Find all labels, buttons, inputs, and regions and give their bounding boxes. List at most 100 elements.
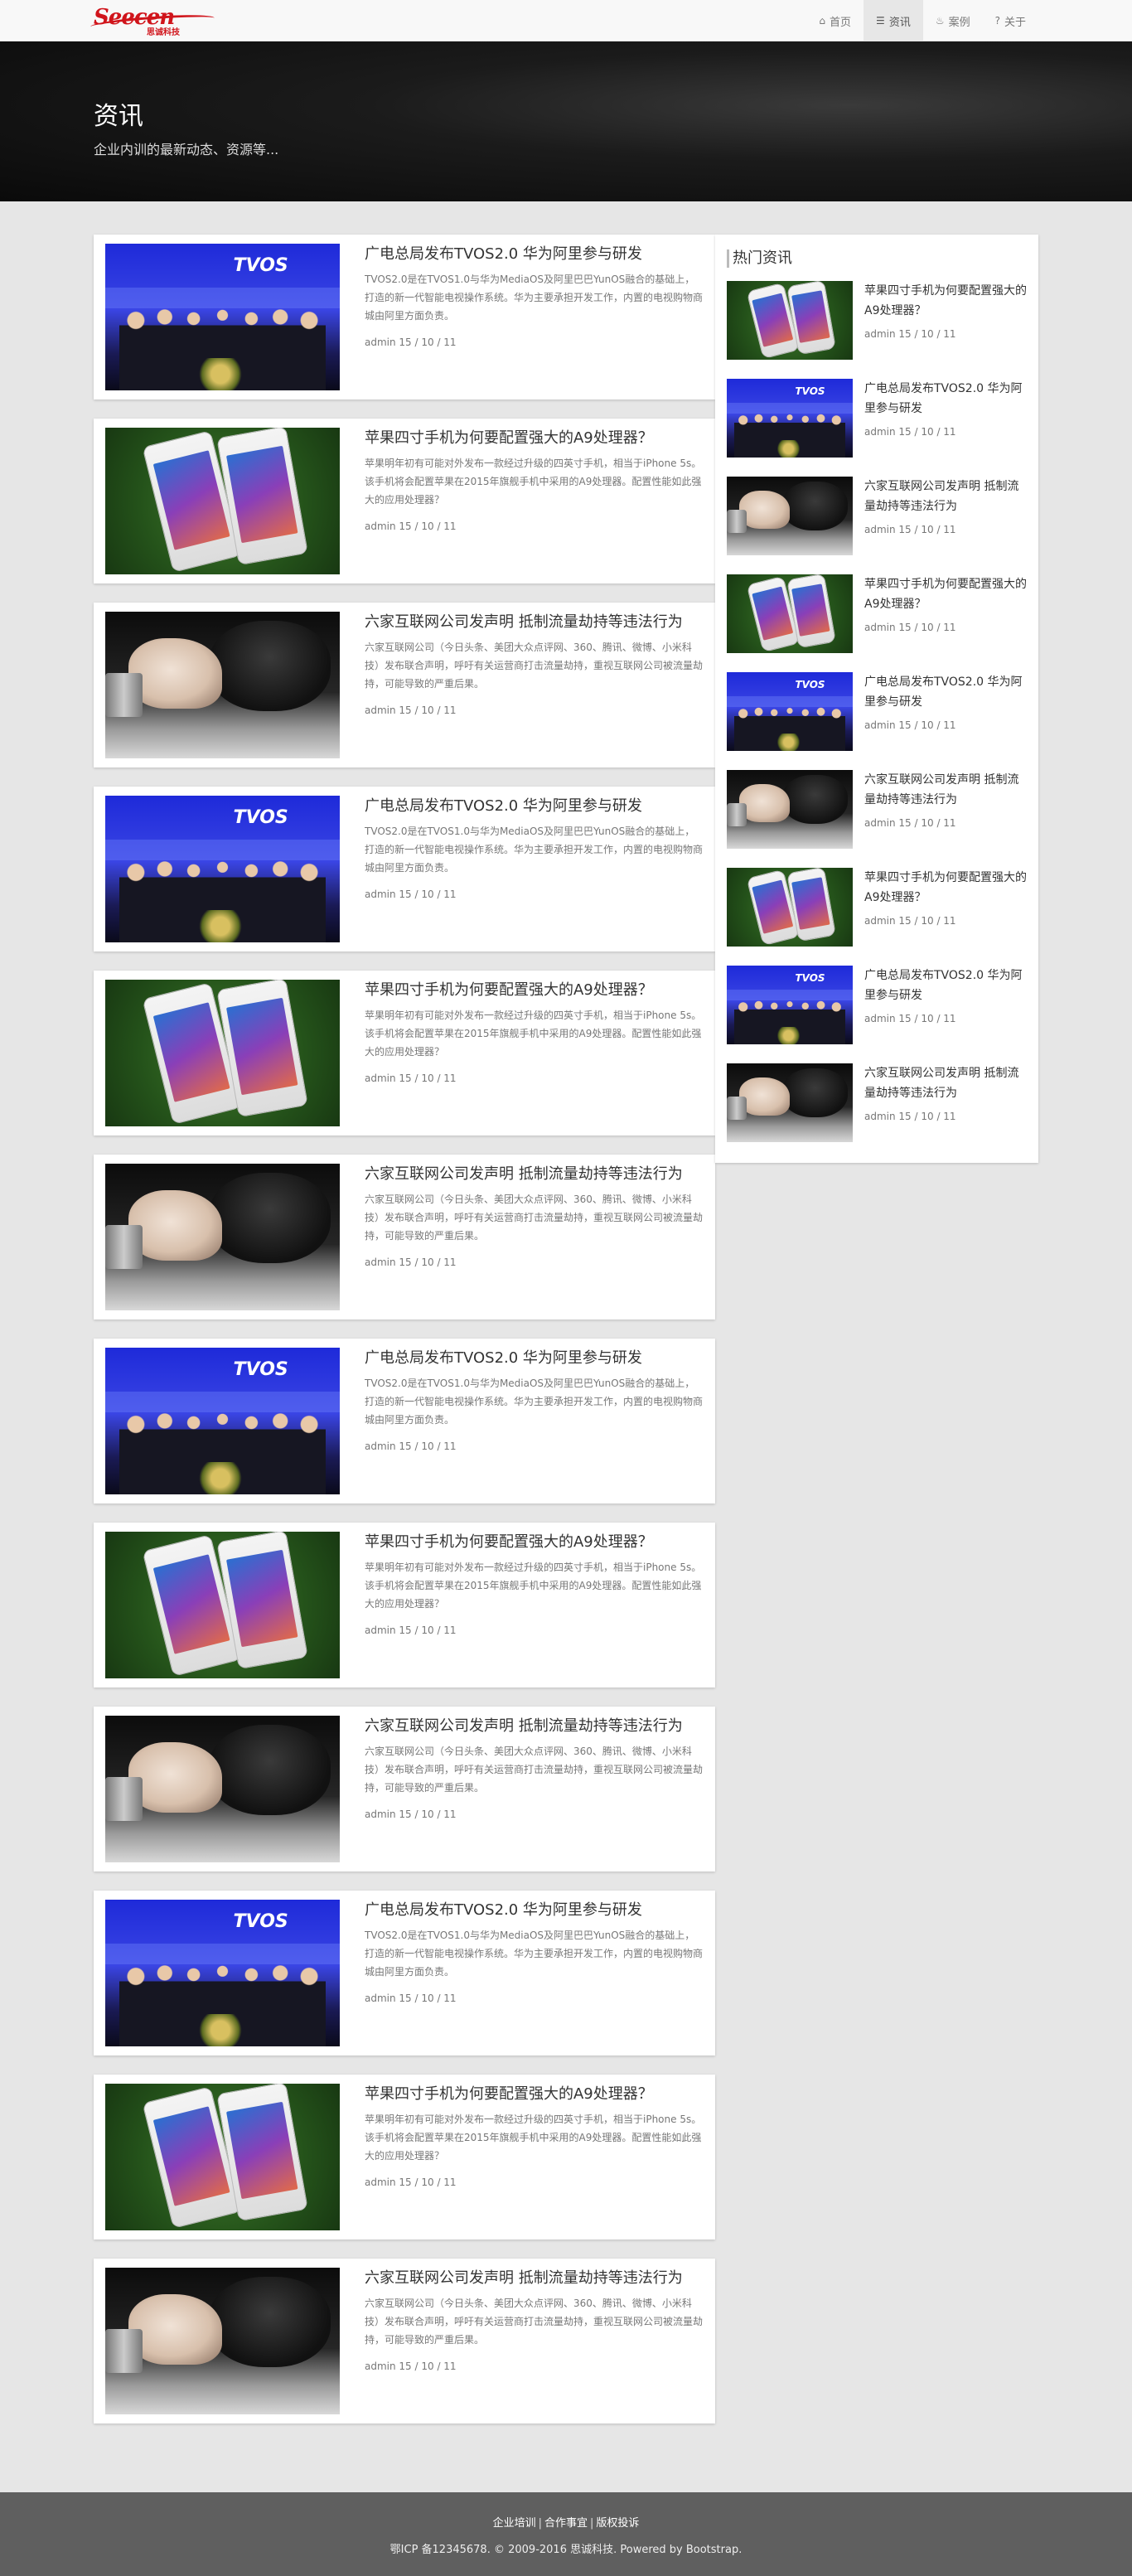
nav-item-home[interactable]: ⌂ 首页: [806, 0, 864, 41]
article-summary: 苹果明年初有可能对外发布一款经过升级的四英寸手机，相当于iPhone 5s。该手…: [365, 458, 702, 506]
article-thumbnail[interactable]: [105, 980, 340, 1126]
sidebar-thumbnail[interactable]: TVOS: [727, 966, 853, 1044]
article-thumbnail[interactable]: [105, 2268, 340, 2414]
article-summary: 六家互联网公司（今日头条、美团大众点评网、360、腾讯、微博、小米科技）发布联合…: [365, 1194, 703, 1242]
article-title[interactable]: 六家互联网公司发声明 抵制流量劫持等违法行为: [365, 2269, 703, 2288]
article-card[interactable]: 六家互联网公司发声明 抵制流量劫持等违法行为 六家互联网公司（今日头条、美团大众点…: [94, 603, 715, 767]
sidebar-item-title[interactable]: 广电总局发布TVOS2.0 华为阿里参与研发: [864, 966, 1027, 1005]
sidebar-item-meta: admin 15 / 10 / 11: [864, 915, 956, 927]
article-title[interactable]: 广电总局发布TVOS2.0 华为阿里参与研发: [365, 1349, 703, 1368]
article-card[interactable]: 苹果四寸手机为何要配置强大的A9处理器？ 苹果明年初有可能对外发布一款经过升级的四…: [94, 2075, 715, 2239]
article-card[interactable]: 六家互联网公司发声明 抵制流量劫持等违法行为 六家互联网公司（今日头条、美团大众点…: [94, 2259, 715, 2423]
article-body: 六家互联网公司发声明 抵制流量劫持等违法行为 六家互联网公司（今日头条、美团大众点…: [365, 2268, 703, 2414]
article-thumbnail[interactable]: TVOS: [105, 796, 340, 942]
hand: [128, 637, 223, 709]
sidebar-item[interactable]: 苹果四寸手机为何要配置强大的A9处理器？ admin 15 / 10 / 11: [727, 281, 1027, 379]
hand: [128, 1741, 223, 1813]
article-title[interactable]: 六家互联网公司发声明 抵制流量劫持等违法行为: [365, 1165, 703, 1184]
article-card[interactable]: TVOS 广电总局发布TVOS2.0 华为阿里参与研发 TVOS2.0是在TVOS1…: [94, 787, 715, 951]
article-summary: TVOS2.0是在TVOS1.0与华为MediaOS及阿里巴巴YunOS融合的基…: [365, 1930, 703, 1978]
article-thumbnail[interactable]: TVOS: [105, 244, 340, 390]
article-title[interactable]: 六家互联网公司发声明 抵制流量劫持等违法行为: [365, 613, 703, 632]
sidebar-item-title[interactable]: 广电总局发布TVOS2.0 华为阿里参与研发: [864, 672, 1027, 712]
flower-arrangement: [774, 734, 803, 751]
sidebar-item-title[interactable]: 苹果四寸手机为何要配置强大的A9处理器？: [864, 574, 1027, 614]
article-card[interactable]: TVOS 广电总局发布TVOS2.0 华为阿里参与研发 TVOS2.0是在TVOS1…: [94, 235, 715, 399]
footer-link-copyright-complaint[interactable]: 版权投诉: [596, 2517, 639, 2530]
sidebar-thumbnail[interactable]: [727, 281, 853, 360]
sidebar-thumbnail[interactable]: [727, 868, 853, 947]
article-card[interactable]: 苹果四寸手机为何要配置强大的A9处理器？ 苹果明年初有可能对外发布一款经过升级的四…: [94, 971, 715, 1135]
nav-item-fire[interactable]: ♨ 案例: [923, 0, 983, 41]
article-body: 广电总局发布TVOS2.0 华为阿里参与研发 TVOS2.0是在TVOS1.0与华…: [365, 1348, 703, 1494]
tvos-logo: TVOS: [795, 385, 825, 397]
main-nav: ⌂ 首页 ☰ 资讯 ♨ 案例? 关于: [806, 0, 1038, 41]
article-title[interactable]: 苹果四寸手机为何要配置强大的A9处理器？: [365, 2085, 703, 2104]
sidebar-item-meta: admin 15 / 10 / 11: [864, 1013, 956, 1024]
logo-subtext: 思诚科技: [147, 28, 180, 37]
footer-link-cooperation[interactable]: 合作事宜: [544, 2517, 588, 2530]
hand: [739, 491, 790, 529]
article-card[interactable]: TVOS 广电总局发布TVOS2.0 华为阿里参与研发 TVOS2.0是在TVOS1…: [94, 1339, 715, 1503]
sidebar-thumbnail[interactable]: [727, 1063, 853, 1142]
sidebar-thumbnail[interactable]: [727, 574, 853, 653]
article-body: 六家互联网公司发声明 抵制流量劫持等违法行为六家互联网公司（今日头条、美团大众点…: [365, 1164, 703, 1310]
sidebar-item[interactable]: TVOS 广电总局发布TVOS2.0 华为阿里参与研发 admin 15 / 10 …: [727, 379, 1027, 477]
article-thumbnail[interactable]: TVOS: [105, 1900, 340, 2046]
sidebar-item-title[interactable]: 六家互联网公司发声明 抵制流量劫持等违法行为: [864, 1063, 1027, 1103]
article-card[interactable]: TVOS 广电总局发布TVOS2.0 华为阿里参与研发 TVOS2.0是在TVOS1…: [94, 1891, 715, 2055]
sidebar-thumbnail[interactable]: TVOS: [727, 672, 853, 751]
article-summary: 苹果明年初有可能对外发布一款经过升级的四英寸手机，相当于iPhone 5s。该手…: [365, 1562, 702, 1610]
hot-news-sidebar: 热门资讯 苹果四寸手机为何要配置强大的A9处理器？ admin 15 / 10 /…: [715, 235, 1038, 1163]
wristwatch: [727, 509, 747, 534]
article-title[interactable]: 苹果四寸手机为何要配置强大的A9处理器？: [365, 1533, 703, 1552]
tvos-logo: TVOS: [795, 971, 825, 984]
sidebar-item[interactable]: TVOS 广电总局发布TVOS2.0 华为阿里参与研发 admin 15 / 10 …: [727, 966, 1027, 1063]
wristwatch: [727, 1096, 747, 1121]
article-card[interactable]: 六家互联网公司发声明 抵制流量劫持等违法行为 六家互联网公司（今日头条、美团大众点…: [94, 1707, 715, 1871]
sidebar-item-title[interactable]: 苹果四寸手机为何要配置强大的A9处理器？: [864, 281, 1027, 321]
nav-item-list[interactable]: ☰ 资讯: [864, 0, 923, 41]
article-card[interactable]: 苹果四寸手机为何要配置强大的A9处理器？ 苹果明年初有可能对外发布一款经过升级的四…: [94, 1523, 715, 1687]
article-thumbnail[interactable]: [105, 1532, 340, 1678]
article-title[interactable]: 广电总局发布TVOS2.0 华为阿里参与研发: [365, 245, 703, 264]
sidebar-item-title[interactable]: 六家互联网公司发声明 抵制流量劫持等违法行为: [864, 770, 1027, 810]
sidebar-item[interactable]: 六家互联网公司发声明 抵制流量劫持等违法行为 admin 15 / 10 / 11: [727, 1063, 1027, 1161]
sidebar-item[interactable]: 苹果四寸手机为何要配置强大的A9处理器？ admin 15 / 10 / 11: [727, 574, 1027, 672]
article-body: 苹果四寸手机为何要配置强大的A9处理器？ 苹果明年初有可能对外发布一款经过升级的四…: [365, 980, 703, 1126]
brand-logo[interactable]: Seecen 思诚科技: [89, 7, 218, 37]
sidebar-item[interactable]: 六家互联网公司发声明 抵制流量劫持等违法行为 admin 15 / 10 / 11: [727, 770, 1027, 868]
article-title[interactable]: 广电总局发布TVOS2.0 华为阿里参与研发: [365, 1901, 703, 1920]
sidebar-item[interactable]: 六家互联网公司发声明 抵制流量劫持等违法行为 admin 15 / 10 / 11: [727, 477, 1027, 574]
article-card[interactable]: 六家互联网公司发声明 抵制流量劫持等违法行为六家互联网公司（今日头条、美团大众点…: [94, 1155, 715, 1319]
sidebar-item-title[interactable]: 广电总局发布TVOS2.0 华为阿里参与研发: [864, 379, 1027, 419]
navbar: Seecen 思诚科技 ⌂ 首页 ☰ 资讯 ♨ 案例? 关于: [0, 0, 1132, 41]
sidebar-item-title[interactable]: 苹果四寸手机为何要配置强大的A9处理器？: [864, 868, 1027, 908]
wristwatch: [105, 2329, 143, 2374]
nav-item-question[interactable]: ? 关于: [983, 0, 1038, 41]
article-thumbnail[interactable]: [105, 428, 340, 574]
sidebar-thumbnail[interactable]: [727, 770, 853, 849]
sidebar-item[interactable]: 苹果四寸手机为何要配置强大的A9处理器？ admin 15 / 10 / 11: [727, 868, 1027, 966]
footer-separator: |: [538, 2517, 542, 2530]
article-title[interactable]: 广电总局发布TVOS2.0 华为阿里参与研发: [365, 797, 703, 816]
article-title[interactable]: 苹果四寸手机为何要配置强大的A9处理器？: [365, 981, 703, 1000]
sidebar-item-title[interactable]: 六家互联网公司发声明 抵制流量劫持等违法行为: [864, 477, 1027, 516]
sidebar-thumbnail[interactable]: [727, 477, 853, 555]
black-glove: [208, 2276, 331, 2368]
article-title[interactable]: 苹果四寸手机为何要配置强大的A9处理器？: [365, 429, 703, 448]
article-thumbnail[interactable]: [105, 1164, 340, 1310]
article-title[interactable]: 六家互联网公司发声明 抵制流量劫持等违法行为: [365, 1717, 703, 1736]
sidebar-item[interactable]: TVOS 广电总局发布TVOS2.0 华为阿里参与研发 admin 15 / 10 …: [727, 672, 1027, 770]
sidebar-thumbnail[interactable]: TVOS: [727, 379, 853, 458]
article-thumbnail[interactable]: [105, 1716, 340, 1862]
footer-link-training[interactable]: 企业培训: [493, 2517, 536, 2530]
black-glove: [208, 1724, 331, 1816]
article-thumbnail[interactable]: [105, 2084, 340, 2230]
article-thumbnail[interactable]: [105, 612, 340, 758]
tvos-logo: TVOS: [795, 678, 825, 690]
tvos-logo: TVOS: [233, 1359, 288, 1381]
article-card[interactable]: 苹果四寸手机为何要配置强大的A9处理器？ 苹果明年初有可能对外发布一款经过升级的四…: [94, 419, 715, 583]
flower-arrangement: [774, 440, 803, 458]
article-thumbnail[interactable]: TVOS: [105, 1348, 340, 1494]
